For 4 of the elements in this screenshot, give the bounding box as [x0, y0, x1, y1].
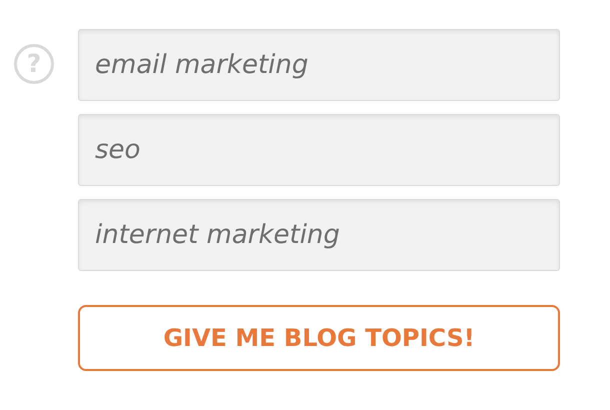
keyword-field[interactable]: internet marketing	[78, 199, 560, 271]
keyword-field[interactable]: email marketing	[78, 29, 560, 101]
keyword-field[interactable]: seo	[78, 114, 560, 186]
submit-button[interactable]: GIVE ME BLOG TOPICS!	[78, 305, 560, 371]
